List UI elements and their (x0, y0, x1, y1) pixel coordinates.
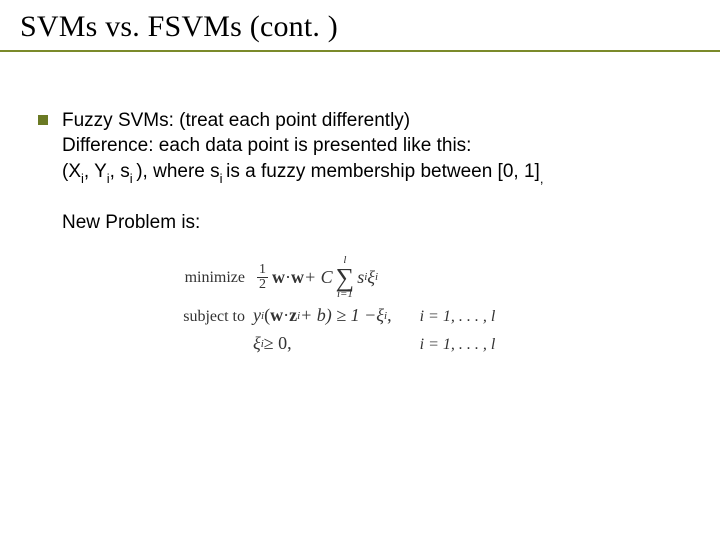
index-range-2: i = 1, . . . , l (420, 334, 496, 355)
bullet-item: Fuzzy SVMs: (treat each point differentl… (38, 108, 682, 235)
bullet-text: Fuzzy SVMs: (treat each point differentl… (62, 108, 682, 235)
formula-block: minimize 1 2 w · w + C l ∑ i=1 siξi subj… (125, 255, 595, 356)
formula-row-constraint-1: subject to yi (w · zi + b) ≥ 1 − ξi, i =… (125, 304, 595, 328)
summation-icon: l ∑ i=1 (336, 255, 355, 300)
w-vector: w (272, 266, 285, 290)
bullet-line-1: Fuzzy SVMs: (treat each point differentl… (62, 108, 682, 133)
square-bullet-icon (38, 115, 48, 125)
slide-body: Fuzzy SVMs: (treat each point differentl… (0, 52, 720, 356)
one-half: 1 2 (257, 263, 268, 292)
spacer (62, 186, 682, 210)
slide-title: SVMs vs. FSVMs (cont. ) (20, 10, 700, 44)
new-problem-label: New Problem is: (62, 210, 682, 235)
index-range-1: i = 1, . . . , l (420, 306, 496, 327)
formula-row-objective: minimize 1 2 w · w + C l ∑ i=1 siξi (125, 255, 595, 300)
w-vector-2: w (291, 266, 304, 290)
subject-to-label: subject to (125, 306, 253, 327)
title-area: SVMs vs. FSVMs (cont. ) (0, 0, 720, 50)
formula-row-constraint-2: ξi ≥ 0, i = 1, . . . , l (125, 332, 595, 356)
bullet-line-2: Difference: each data point is presented… (62, 133, 682, 158)
bullet-line-3: (Xi, Yi, si ), where si is a fuzzy membe… (62, 159, 682, 186)
slide: SVMs vs. FSVMs (cont. ) Fuzzy SVMs: (tre… (0, 0, 720, 540)
minimize-label: minimize (125, 267, 253, 288)
